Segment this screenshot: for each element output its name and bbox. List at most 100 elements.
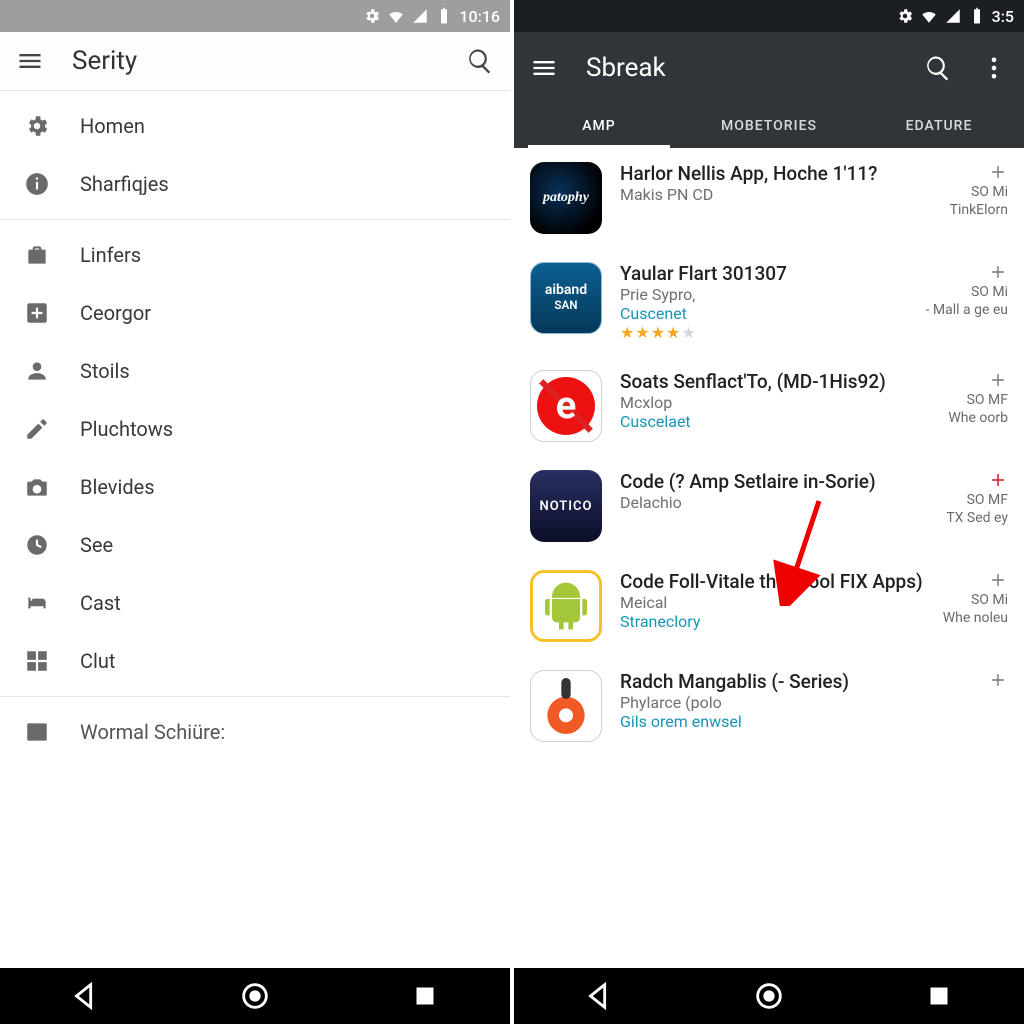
drawer-item-label: Ceorgor [80,301,151,325]
app-size: SO Mi [971,592,1008,608]
plus-icon[interactable] [988,262,1008,282]
nav-recent-button[interactable] [922,979,956,1013]
hamburger-icon[interactable] [16,47,44,75]
drawer-item-clut[interactable]: Clut [0,632,510,690]
app-tag: Cuscelaet [620,412,930,431]
drawer-item-see[interactable]: See [0,516,510,574]
app-right-meta: SO Mi Whe noleu [943,570,1008,642]
status-time: 3:5 [992,7,1014,26]
status-bar: 10:16 [0,0,510,32]
tab-label: MOBETORIES [721,118,817,134]
person-icon [24,358,50,384]
app-right-meta [988,670,1008,742]
nav-back-button[interactable] [68,979,102,1013]
app-icon [530,570,602,642]
drawer-item-label: See [80,533,113,557]
app-size: SO MF [967,392,1008,408]
app-note: Whe oorb [948,410,1008,426]
drawer-item-label: Sharfiqjes [80,172,169,196]
app-row[interactable]: NOTICO Code (? Amp Setlaire in-Sorie) De… [514,456,1024,556]
app-tag: Cuscenet [620,304,908,323]
app-right-meta: SO MF TX Sed ey [946,470,1008,542]
camera-icon [24,474,50,500]
drawer-item-label: Linfers [80,243,141,267]
app-title: Yaular Flart 301307 [620,262,908,285]
nav-home-button[interactable] [752,979,786,1013]
app-row[interactable]: Soats Senflact'To, (MD-1His92) Mcxlop Cu… [514,356,1024,456]
app-title: Code (? Amp Setlaire in-Sorie) [620,470,928,493]
signal-icon [944,7,962,25]
app-row[interactable]: aibandSAN Yaular Flart 301307 Prie Sypro… [514,248,1024,356]
app-tag: Gils orem enwsel [620,712,970,731]
gear-icon [24,113,50,139]
app-title: Code Foll-Vitale the (1ool FIX Apps) [620,570,925,593]
drawer-item-ceorgor[interactable]: Ceorgor [0,284,510,342]
search-icon[interactable] [924,54,952,82]
app-icon [530,370,602,442]
android-navbar [514,968,1024,1024]
app-right-meta: SO Mi - Mall a ge eu [926,262,1008,342]
search-icon[interactable] [466,47,494,75]
phone-left: 10:16 Serity Homen Sharfiqjes Linfers C [0,0,514,1024]
drawer-item-pluchtows[interactable]: Pluchtows [0,400,510,458]
app-note: TX Sed ey [946,510,1008,526]
app-icon [530,670,602,742]
drawer-item-linfers[interactable]: Linfers [0,226,510,284]
signal-icon [411,7,429,25]
app-row[interactable]: Code Foll-Vitale the (1ool FIX Apps) Mei… [514,556,1024,656]
drawer-item-label: Cast [80,591,121,615]
plus-box-icon [24,300,50,326]
appbar-title: Sbreak [586,53,896,83]
plus-icon[interactable] [988,470,1008,490]
gear-icon [896,7,914,25]
drawer-item-label: Clut [80,649,115,673]
tab-bar: AMP MOBETORIES EDATURE [514,104,1024,148]
nav-back-button[interactable] [582,979,616,1013]
app-size: SO Mi [971,184,1008,200]
app-subtitle: Phylarce (polo [620,693,970,712]
pencil-icon [24,416,50,442]
hamburger-icon[interactable] [530,54,558,82]
plus-icon[interactable] [988,162,1008,182]
app-icon: NOTICO [530,470,602,542]
drawer-item-homen[interactable]: Homen [0,97,510,155]
app-meta: Soats Senflact'To, (MD-1His92) Mcxlop Cu… [620,370,930,442]
tab-amp[interactable]: AMP [514,104,684,148]
app-subtitle: Makis PN CD [620,185,932,204]
overflow-icon[interactable] [980,54,1008,82]
bed-icon [24,590,50,616]
drawer-item-blevides[interactable]: Blevides [0,458,510,516]
drawer-section: Linfers Ceorgor Stoils Pluchtows Blevide… [0,220,510,697]
app-meta: Harlor Nellis App, Hoche 1'11? Makis PN … [620,162,932,234]
drawer-item-stoils[interactable]: Stoils [0,342,510,400]
plus-icon[interactable] [988,670,1008,690]
app-tag: Straneclory [620,612,925,631]
android-navbar [0,968,510,1024]
app-row[interactable]: patophy Harlor Nellis App, Hoche 1'11? M… [514,148,1024,248]
nav-home-button[interactable] [238,979,272,1013]
tab-edature[interactable]: EDATURE [854,104,1024,148]
gear-icon [363,7,381,25]
tab-mobetories[interactable]: MOBETORIES [684,104,854,148]
drawer-item-wormal[interactable]: Wormal Schiüre: [0,703,510,761]
plus-icon[interactable] [988,570,1008,590]
tab-label: AMP [582,118,615,134]
appbar: Serity [0,32,510,91]
battery-icon [435,7,453,25]
drawer-item-cast[interactable]: Cast [0,574,510,632]
app-subtitle: Prie Sypro, [620,285,908,304]
status-bar: 3:5 [514,0,1024,32]
plus-icon[interactable] [988,370,1008,390]
drawer-item-sharfiqjes[interactable]: Sharfiqjes [0,155,510,213]
app-row[interactable]: Radch Mangablis (- Series) Phylarce (pol… [514,656,1024,756]
briefcase-icon [24,242,50,268]
clock-icon [24,532,50,558]
app-subtitle: Mcxlop [620,393,930,412]
app-meta: Radch Mangablis (- Series) Phylarce (pol… [620,670,970,742]
drawer-item-label: Homen [80,114,145,138]
appbar-title: Serity [72,46,438,76]
nav-recent-button[interactable] [408,979,442,1013]
app-list[interactable]: patophy Harlor Nellis App, Hoche 1'11? M… [514,148,1024,968]
tab-label: EDATURE [906,118,973,134]
wifi-icon [387,7,405,25]
